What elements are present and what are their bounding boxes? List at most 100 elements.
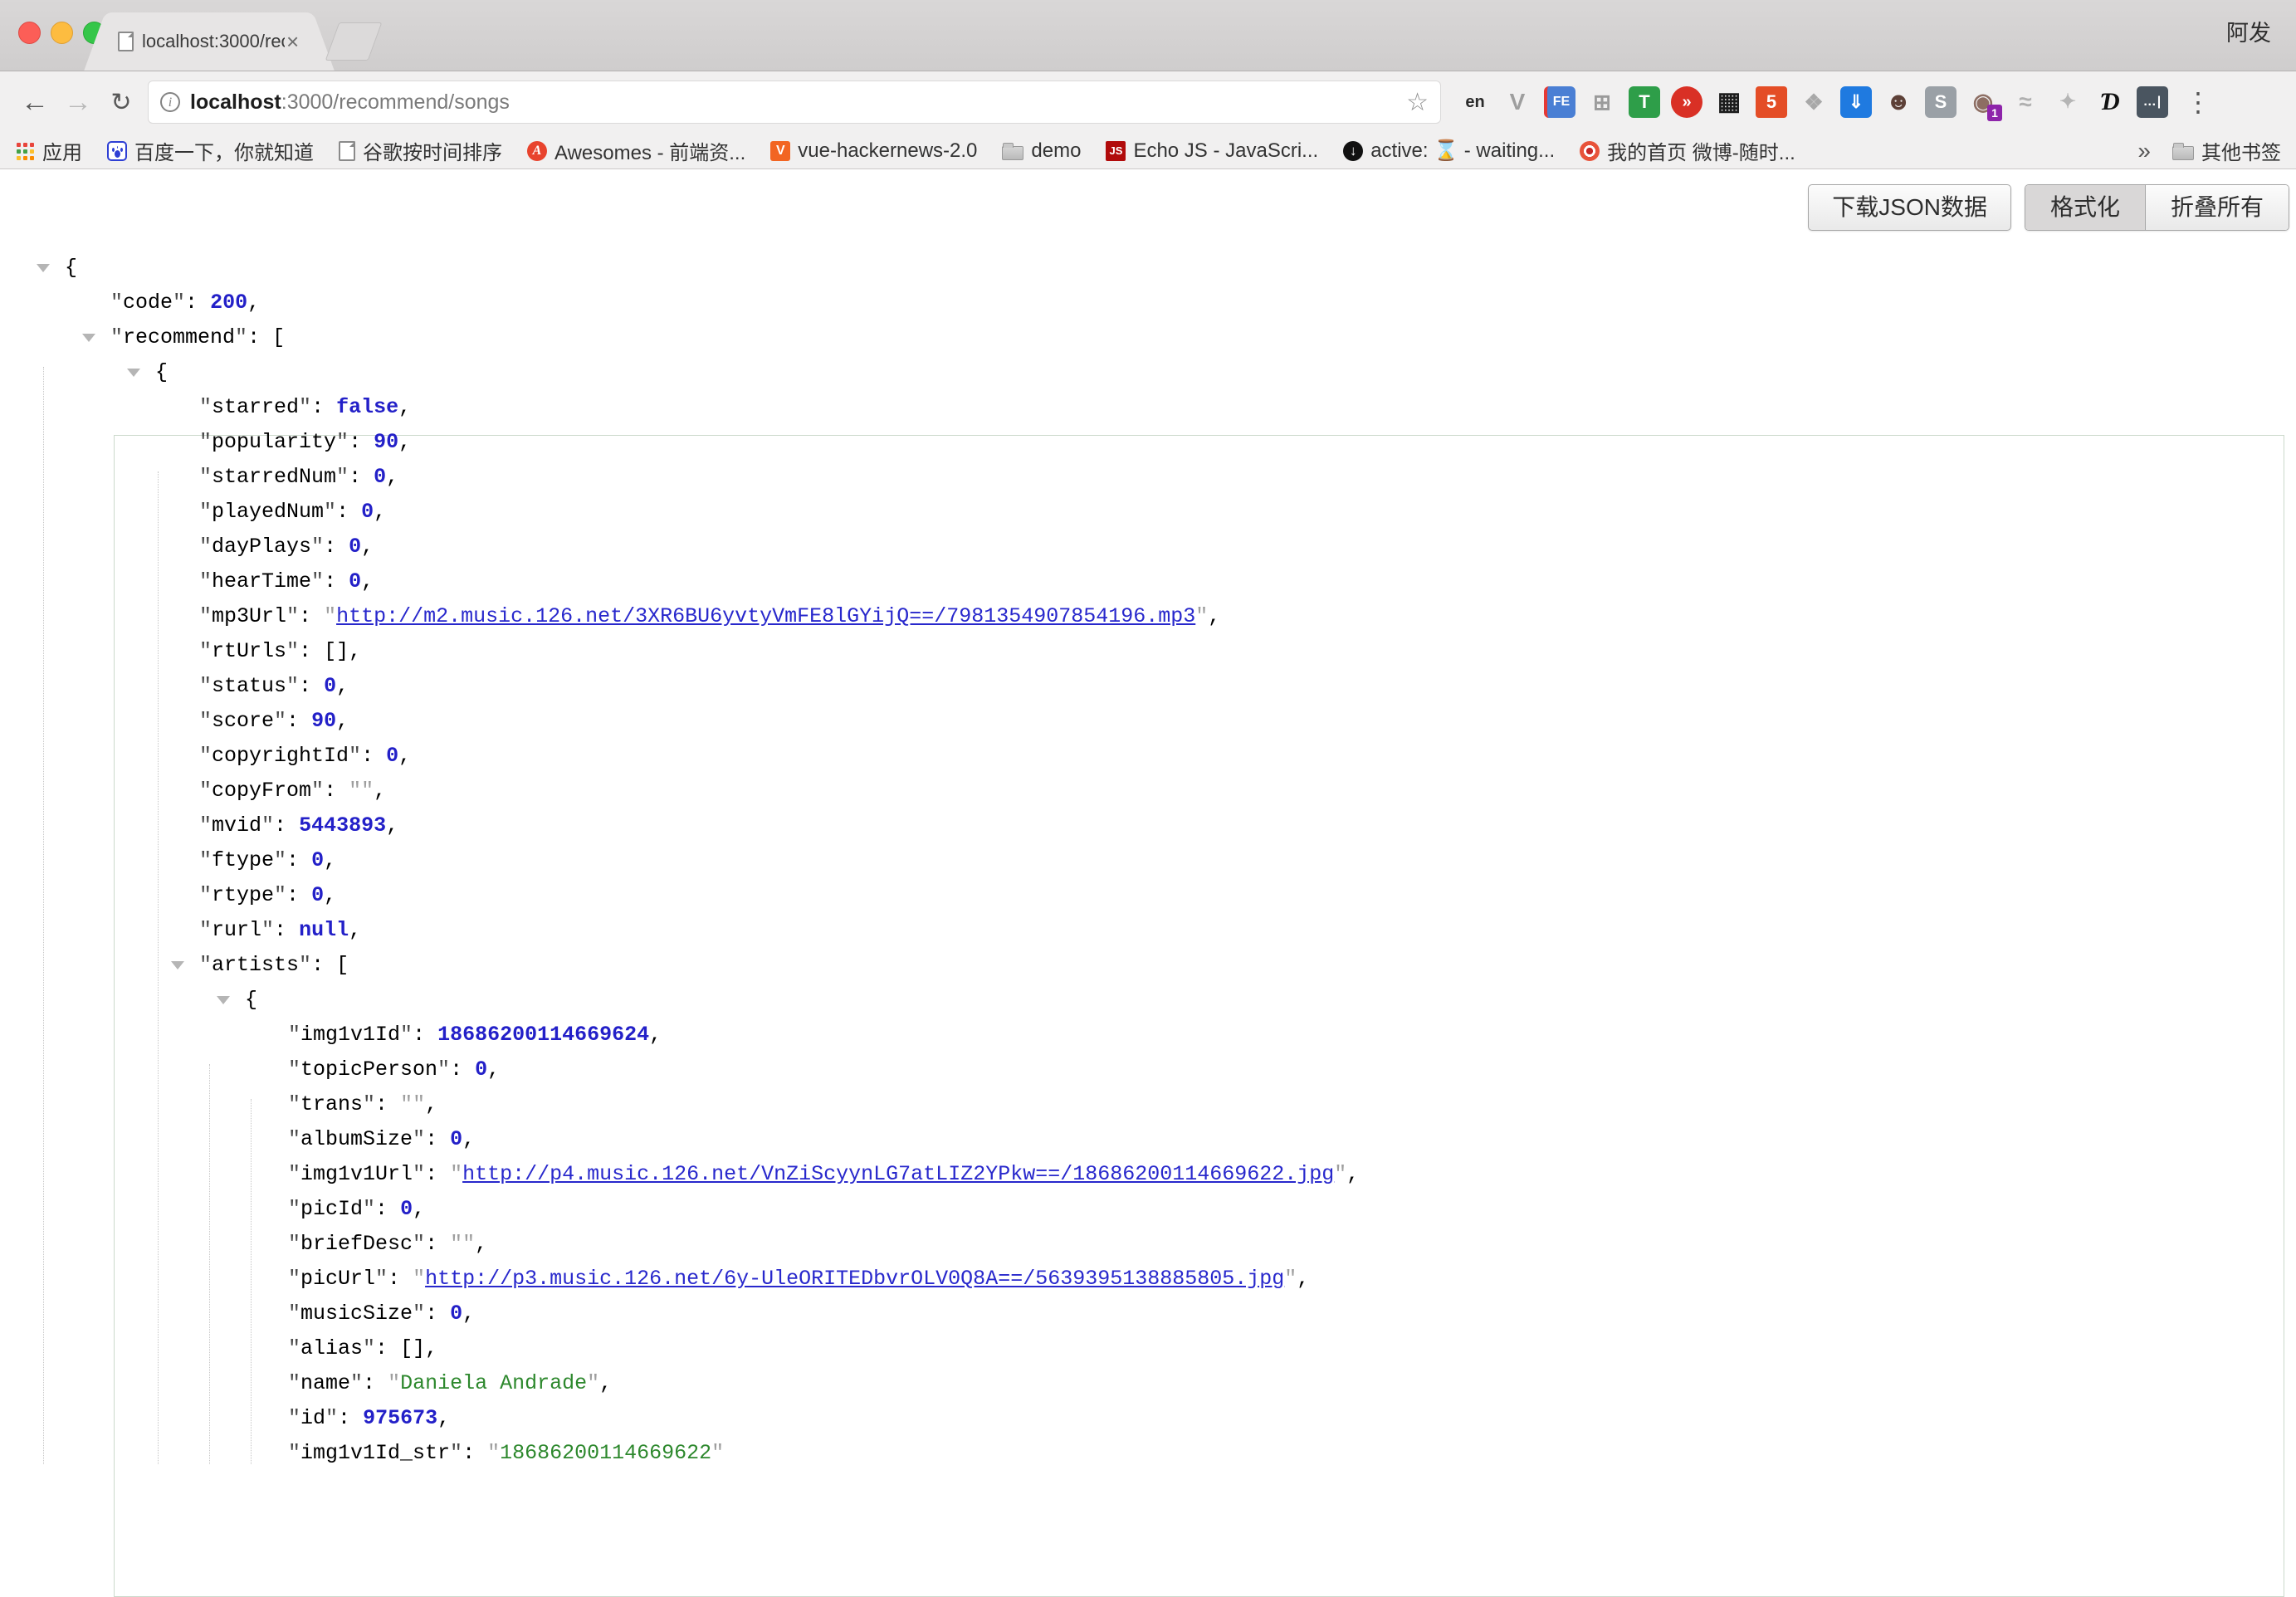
json-token-p: , [398, 430, 411, 454]
url-text[interactable]: localhost:3000/recommend/songs [190, 90, 1406, 115]
json-token-p: { [155, 360, 168, 384]
monkey-extension-icon[interactable]: ◉1 [1967, 86, 1999, 118]
window-close-button[interactable] [18, 22, 41, 44]
json-url-link[interactable]: http://p3.music.126.net/6y-UleORITEDbvrO… [425, 1267, 1284, 1291]
json-token-p: : [349, 465, 374, 489]
json-token-p: : [462, 1441, 487, 1465]
paw-extension-icon[interactable]: ❖ [1798, 86, 1829, 118]
site-info-icon[interactable]: i [160, 92, 180, 112]
json-token-p: , [413, 1197, 425, 1221]
tab-close-icon[interactable]: × [286, 33, 299, 50]
toolbox-extension-icon[interactable]: …| [2137, 86, 2168, 118]
json-url-link[interactable]: http://m2.music.126.net/3XR6BU6yvtyVmFE8… [336, 604, 1195, 628]
browser-tab[interactable]: localhost:3000/recommend/so × [106, 12, 312, 71]
json-token-q: " [311, 535, 324, 559]
collapse-triangle-icon[interactable] [127, 369, 140, 377]
json-token-q: " [199, 604, 212, 628]
echojs-icon: JS [1106, 141, 1126, 161]
video-speed-extension-icon[interactable]: » [1671, 86, 1702, 118]
qr-code-extension-icon[interactable]: ▦ [1713, 86, 1745, 118]
collapse-triangle-icon[interactable] [82, 334, 95, 342]
chrome-menu-icon[interactable]: ⋮ [2185, 86, 2211, 118]
json-url-link[interactable]: http://p4.music.126.net/VnZiScyynLG7atLI… [462, 1162, 1334, 1186]
page-content: 下载JSON数据 格式化 折叠所有 {"code": 200,"recommen… [0, 169, 2296, 1456]
stylish-extension-icon[interactable]: S [1925, 86, 1956, 118]
bookmark-item[interactable]: 百度一下，你就知道 [107, 136, 314, 165]
bookmark-star-icon[interactable]: ☆ [1406, 88, 1429, 117]
collapse-all-button[interactable]: 折叠所有 [2146, 185, 2289, 230]
json-token-p: , [374, 500, 386, 524]
collapse-triangle-icon[interactable] [217, 996, 230, 1004]
new-tab-button[interactable] [325, 22, 383, 61]
json-token-q: " [199, 813, 212, 838]
json-line: "topicPerson": 0, [0, 1052, 2296, 1087]
json-line: "musicSize": 0, [0, 1297, 2296, 1331]
json-token-q: " [349, 744, 361, 768]
json-token-p: : [311, 953, 336, 977]
json-line: "score": 90, [0, 704, 2296, 739]
json-token-q: " [437, 1057, 450, 1082]
bookmark-label: 百度一下，你就知道 [134, 136, 314, 165]
bookmark-item[interactable]: 应用 [15, 136, 82, 165]
hummingbird-extension-icon[interactable]: ✦ [2052, 86, 2083, 118]
dark-d-extension-icon[interactable]: Ɗ [2094, 86, 2126, 118]
json-token-k: popularity [212, 430, 336, 454]
incognito-mask-extension-icon[interactable]: ☻ [1883, 86, 1914, 118]
json-token-p: , [475, 1232, 487, 1256]
save-to-pocket-extension-icon[interactable]: ⇓ [1840, 86, 1872, 118]
bookmark-item[interactable]: 谷歌按时间排序 [339, 136, 502, 165]
bookmark-item[interactable]: JS Echo JS - JavaScri... [1106, 139, 1318, 163]
json-token-k: mp3Url [212, 604, 286, 628]
vimium-extension-icon[interactable]: V [1502, 86, 1533, 118]
json-token-q: " [288, 1371, 300, 1395]
json-token-n: 0 [400, 1197, 413, 1221]
bookmark-item[interactable]: Vvue-hackernews-2.0 [770, 139, 977, 163]
json-token-s: Daniela Andrade [400, 1371, 587, 1395]
bookmarks-overflow-icon[interactable]: » [2137, 138, 2151, 164]
json-line: "rtUrls": [], [0, 634, 2296, 669]
json-token-k: alias [300, 1336, 363, 1360]
address-bar[interactable]: i localhost:3000/recommend/songs ☆ [148, 81, 1441, 124]
proxy-sitemap-extension-icon[interactable]: ⊞ [1586, 86, 1618, 118]
tampermonkey-extension-icon[interactable]: T [1629, 86, 1660, 118]
json-token-p: , [349, 639, 361, 663]
json-line: "starred": false, [0, 390, 2296, 425]
json-token-k: trans [300, 1092, 363, 1116]
json-token-k: name [300, 1371, 350, 1395]
json-token-q: " [288, 1302, 300, 1326]
qr-code-extension-icon-glyph: ▦ [1717, 90, 1741, 115]
collapse-triangle-icon[interactable] [37, 264, 50, 272]
json-token-q: " [413, 1162, 425, 1186]
json-token-q: " [199, 569, 212, 593]
json-token-p: : [185, 291, 210, 315]
html5-player-extension-icon[interactable]: 5 [1756, 86, 1787, 118]
json-token-q: " [199, 639, 212, 663]
translate-en-extension-icon[interactable]: en [1459, 86, 1491, 118]
json-token-p: : [375, 1336, 400, 1360]
reload-button[interactable]: ↻ [100, 88, 143, 117]
bookmark-item[interactable]: 我的首页 微博-随时... [1580, 136, 1795, 165]
gray-bird-extension-icon[interactable]: ≈ [2010, 86, 2041, 118]
json-line: "artists": [ [0, 948, 2296, 983]
bookmark-label: Echo JS - JavaScri... [1133, 139, 1318, 163]
collapse-triangle-icon[interactable] [171, 961, 184, 969]
profile-name[interactable]: 阿发 [2226, 15, 2271, 47]
page-favicon-icon [118, 32, 134, 51]
back-button[interactable]: ← [13, 86, 56, 119]
bookmark-item[interactable]: AAwesomes - 前端资... [527, 136, 745, 165]
other-bookmarks-label[interactable]: 其他书签 [2201, 136, 2281, 165]
json-token-ql: " [587, 1371, 599, 1395]
json-token-q: " [199, 744, 212, 768]
format-button[interactable]: 格式化 [2025, 185, 2146, 230]
bookmark-label: 我的首页 微博-随时... [1607, 136, 1795, 165]
fe-helper-extension-icon[interactable]: FE [1544, 86, 1575, 118]
json-token-p: [] [324, 639, 349, 663]
json-token-ql: " [361, 779, 374, 803]
json-token-p: { [65, 256, 77, 280]
bookmark-item[interactable]: demo [1002, 139, 1081, 163]
download-json-button[interactable]: 下载JSON数据 [1808, 184, 2011, 231]
json-token-q: " [336, 465, 349, 489]
window-minimize-button[interactable] [51, 22, 73, 44]
bookmark-item[interactable]: ↓active: ⌛ - waiting... [1343, 139, 1555, 163]
json-token-k: copyFrom [212, 779, 311, 803]
